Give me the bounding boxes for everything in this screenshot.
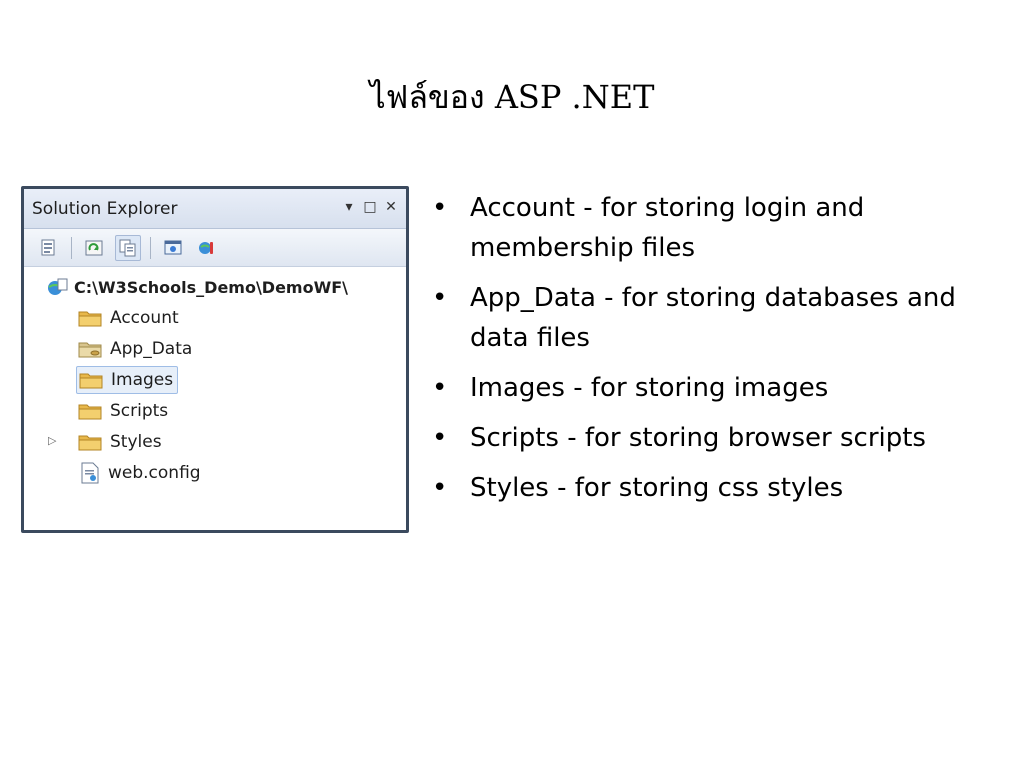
copy-website-icon[interactable] [194,235,220,261]
tree-root-label: C:\W3Schools_Demo\DemoWF\ [74,277,349,297]
web-project-icon [48,278,68,295]
tree-item-label: App_Data [110,339,193,359]
bullet-text: Images - for storing images [470,373,829,403]
folder-icon [78,435,102,451]
maximize-icon[interactable]: □ [363,198,377,216]
tree-item-label: Account [110,308,179,328]
list-item: • Scripts - for storing browser scripts [432,423,926,453]
properties-icon[interactable] [36,235,62,261]
tree-item-label: Styles [110,432,162,452]
window-buttons: ▾ □ ✕ [342,198,398,216]
folder-icon [78,311,102,327]
toolbar-separator [150,236,151,259]
solution-explorer-title: Solution Explorer [32,199,178,219]
bullet-text: App_Data - for storing databases and dat… [470,283,956,353]
tree-item-label: web.config [108,463,201,483]
tree-item-web-config[interactable]: web.config [80,460,201,486]
solution-explorer-toolbar [24,229,406,267]
solution-explorer-titlebar: Solution Explorer ▾ □ ✕ [24,189,406,229]
show-all-files-icon[interactable] [115,234,141,261]
list-item: • App_Data - for storing databases and da… [432,283,956,353]
tree-item-scripts[interactable]: Scripts [78,398,168,424]
folder-descriptions-list: • Account - for storing login and members… [432,188,1012,518]
bullet-text: Scripts - for storing browser scripts [470,423,926,453]
toolbar-separator [71,236,72,259]
tree-item-styles[interactable]: Styles [78,429,162,455]
close-icon[interactable]: ✕ [384,198,398,216]
bullet-text: Account - for storing login and membersh… [470,193,865,263]
slide-title: ไฟล์ของ ASP .NET [369,78,655,116]
folder-icon [78,404,102,420]
tree-item-account[interactable]: Account [78,305,179,331]
list-item: • Account - for storing login and members… [432,193,865,263]
list-item: • Images - for storing images [432,373,829,403]
view-in-browser-icon[interactable] [160,235,186,261]
tree-item-label: Scripts [110,401,169,421]
tree-root-project[interactable]: C:\W3Schools_Demo\DemoWF\ [46,274,348,300]
expand-arrow-icon[interactable]: ▷ [48,434,56,447]
config-file-icon [81,462,99,484]
tree-item-app-data[interactable]: App_Data [78,336,192,362]
bullet-text: Styles - for storing css styles [470,473,844,503]
tree-item-label: Images [111,370,174,390]
dropdown-arrow-icon[interactable]: ▾ [342,198,356,216]
refresh-icon[interactable] [81,235,107,261]
solution-explorer-panel: Solution Explorer ▾ □ ✕ C:\W3Schools_Dem… [21,186,409,533]
folder-icon [79,373,103,389]
tree-item-images[interactable]: Images [76,366,179,394]
list-item: • Styles - for storing css styles [432,473,844,503]
folder-data-icon [78,342,102,358]
